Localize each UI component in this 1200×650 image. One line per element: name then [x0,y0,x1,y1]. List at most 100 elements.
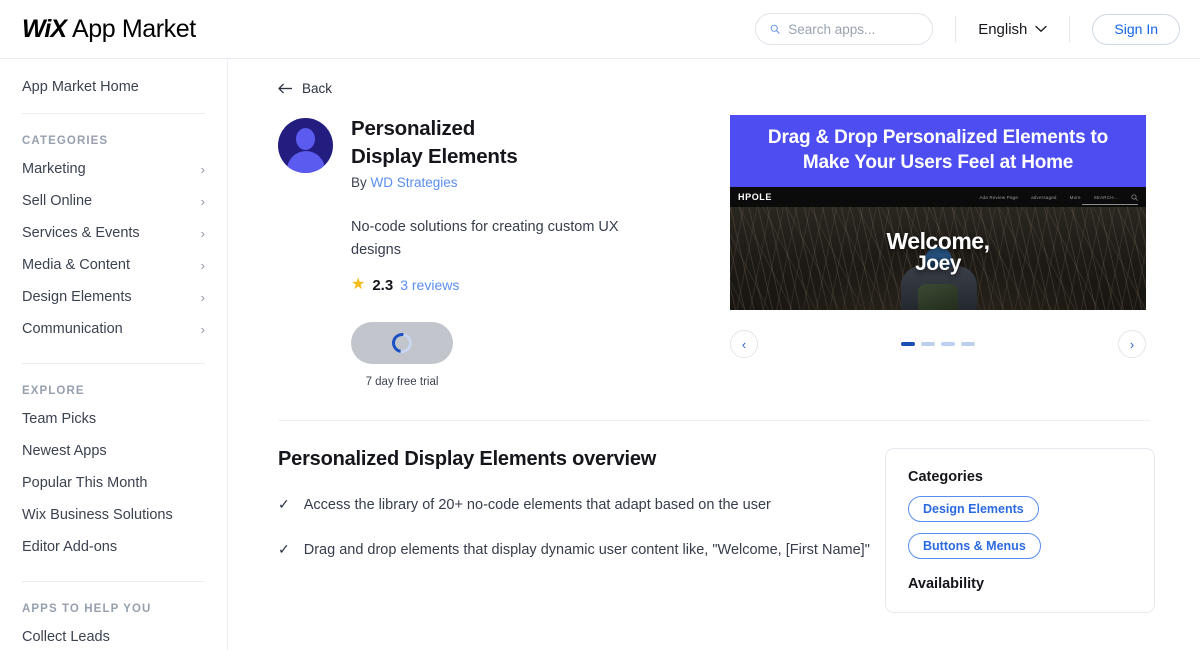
language-label: English [978,20,1028,38]
logo-wix-text: WiX [22,14,67,43]
sidebar-item-marketing[interactable]: Marketing › [22,153,205,185]
divider [955,16,957,42]
app-info-column: Personalized Display Elements By WD Stra… [278,115,708,388]
category-chip-design-elements[interactable]: Design Elements [908,495,1039,522]
overview-section: Personalized Display Elements overview ✓… [278,447,1200,613]
chevron-right-icon: › [200,193,205,209]
sidebar-item-app-market-home[interactable]: App Market Home [22,59,205,95]
screenshot-nav-link: SEARCH... [1093,194,1118,200]
sidebar-item-design-elements[interactable]: Design Elements › [22,281,205,313]
screenshot-site-navbar: HPOLE Ada Review Page adversaged More SE… [730,187,1146,208]
app-screenshot-carousel: Drag & Drop Personalized Elements to Mak… [730,115,1146,388]
sidebar-item-label: Services & Events [22,225,140,241]
sidebar-item-label: Wix Business Solutions [22,507,173,523]
star-icon: ★ [351,276,366,294]
sidebar-item-editor-add-ons[interactable]: Editor Add-ons [22,531,205,563]
sidebar-item-label: Popular This Month [22,475,148,491]
category-chip-buttons-menus[interactable]: Buttons & Menus [908,532,1041,559]
sign-in-button[interactable]: Sign In [1092,13,1180,45]
chevron-right-icon: › [200,257,205,273]
sidebar-item-label: Media & Content [22,257,131,273]
sidebar-item-label: Newest Apps [22,443,107,459]
carousel-banner-text: Drag & Drop Personalized Elements to Mak… [730,115,1146,188]
rating-value: 2.3 [372,276,394,294]
sidebar-item-label: Sell Online [22,193,93,209]
chevron-right-icon: › [200,321,205,337]
app-title-line-1: Personalized [351,117,476,140]
overview-bullet: ✓ Access the library of 20+ no-code elem… [278,494,870,516]
sidebar-divider [22,363,205,364]
sidebar-item-label: Editor Add-ons [22,539,118,555]
screenshot-nav-link: More [1069,194,1081,200]
carousel-prev-button[interactable]: ‹ [730,330,758,358]
app-icon-avatar [278,118,333,173]
check-icon: ✓ [278,541,290,557]
sidebar-divider [22,113,205,114]
sidebar-item-label: Collect Leads [22,629,110,645]
sidebar-section-categories-title: CATEGORIES [22,135,109,147]
add-to-site-button[interactable] [351,321,453,364]
carousel-dot-4[interactable] [961,342,975,346]
carousel-next-button[interactable]: › [1118,330,1146,358]
sidebar-item-communication[interactable]: Communication › [22,313,205,345]
app-header: Personalized Display Elements By WD Stra… [278,115,708,190]
hiker-backpack [918,284,958,310]
app-title-block: Personalized Display Elements By WD Stra… [351,115,518,190]
avatar-body-shape [286,151,325,173]
sidebar: App Market Home CATEGORIES Marketing › S… [0,59,228,650]
page-title: Personalized Display Elements [351,115,518,171]
carousel-dot-1[interactable] [901,342,915,346]
sidebar-item-sell-online[interactable]: Sell Online › [22,185,205,217]
screenshot-search-underline [1082,204,1138,206]
chevron-right-icon: › [200,161,205,177]
app-info-card: Categories Design Elements Buttons & Men… [885,447,1155,613]
app-developer-line: By WD Strategies [351,175,518,190]
app-rating: ★ 2.3 3 reviews [351,277,708,294]
app-hero-section: Personalized Display Elements By WD Stra… [278,115,1200,388]
sidebar-item-newest-apps[interactable]: Newest Apps [22,435,205,467]
sidebar-item-team-picks[interactable]: Team Picks [22,403,205,435]
sidebar-item-label: Communication [22,321,123,337]
sidebar-section-apps-to-help-you-title: APPS TO HELP YOU [22,603,152,615]
sidebar-item-services-events[interactable]: Services & Events › [22,217,205,249]
reviews-link[interactable]: 3 reviews [400,277,459,293]
sidebar-item-label: Team Picks [22,411,97,427]
overview-column: Personalized Display Elements overview ✓… [278,448,870,613]
screenshot-nav-link: adversaged [1031,194,1057,200]
back-link[interactable]: Back [278,81,342,96]
screenshot-search-icon [1131,194,1138,201]
availability-heading: Availability [908,575,985,592]
divider [1069,16,1071,42]
carousel-slide[interactable]: Drag & Drop Personalized Elements to Mak… [730,115,1146,310]
search-input[interactable] [788,21,919,37]
top-navigation-bar: WiX App Market English Sign In [0,0,1200,59]
sidebar-section-explore-title: EXPLORE [22,385,85,397]
sidebar-item-wix-business-solutions[interactable]: Wix Business Solutions [22,499,205,531]
wix-app-market-logo[interactable]: WiX App Market [22,15,196,44]
screenshot-site-logo: HPOLE [738,192,773,203]
avatar-head-shape [296,128,315,150]
overview-bullet-text: Drag and drop elements that display dyna… [303,542,870,558]
chevron-right-icon: › [200,225,205,241]
search-box[interactable] [755,13,934,45]
sidebar-item-media-content[interactable]: Media & Content › [22,249,205,281]
carousel-dot-2[interactable] [921,342,935,346]
chevron-down-icon [1035,25,1048,33]
logo-app-market-text: App Market [72,14,196,43]
sidebar-item-popular-this-month[interactable]: Popular This Month [22,467,205,499]
sidebar-item-label: Marketing [22,161,86,177]
free-trial-label: 7 day free trial [365,375,439,388]
search-icon [770,24,780,34]
screenshot-hero-photo: Welcome, Joey [730,207,1146,310]
language-selector[interactable]: English [978,20,1048,38]
developer-link[interactable]: WD Strategies [371,175,458,190]
overview-bullet-text: Access the library of 20+ no-code elemen… [303,496,771,513]
sidebar-item-collect-leads[interactable]: Collect Leads [22,621,205,650]
sidebar-divider [22,581,205,582]
carousel-dot-3[interactable] [941,342,955,346]
screenshot-welcome-text: Welcome, Joey [730,229,1146,275]
check-icon: ✓ [278,495,290,512]
carousel-dots [901,342,975,346]
top-bar-right-group: English Sign In [755,13,1180,45]
main-content: Back Personalized Display Elements By WD… [228,59,1200,650]
